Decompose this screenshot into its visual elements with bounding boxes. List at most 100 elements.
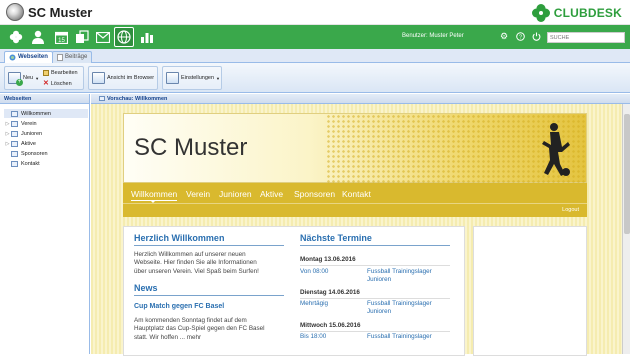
power-icon[interactable]	[532, 32, 541, 43]
chevron-down-icon: ▼	[216, 75, 220, 81]
welcome-text-line: Herzlich Willkommen auf unserer neuen	[134, 251, 246, 258]
documents-icon[interactable]	[73, 28, 91, 46]
globe-icon[interactable]	[114, 27, 134, 47]
tab-label: Beiträge	[65, 54, 88, 60]
page-icon	[11, 160, 18, 167]
welcome-text-line: über unseren Verein. Viel Spaß beim Surf…	[134, 267, 259, 275]
event-title[interactable]: Junioren	[367, 308, 391, 316]
page-icon	[11, 140, 18, 147]
edit-icon	[43, 70, 49, 76]
calendar-icon[interactable]: 15	[52, 28, 70, 46]
calendar-day: 15	[58, 38, 65, 44]
sidebar-item-sponsoren[interactable]: Sponsoren	[4, 149, 88, 158]
globe-small-icon	[9, 54, 16, 61]
main-nav-bar: 15 Benutzer: Muster Peter ⚙ ?	[0, 25, 630, 49]
preview-icon	[99, 96, 105, 102]
user-label[interactable]: Benutzer: Muster Peter	[402, 33, 464, 39]
site-menu-willkommen[interactable]: Willkommen	[131, 189, 177, 199]
page-icon	[11, 110, 18, 117]
website-preview: SC Muster Willkommen Verein Junioren Akt…	[91, 104, 622, 356]
sidebar-item-verein[interactable]: ▷ Verein	[4, 119, 88, 128]
logout-link[interactable]: Logout	[562, 207, 579, 213]
toolbar-settings-group: Einstellungen ▼	[162, 66, 222, 90]
preview-panel: Vorschau: Willkommen SC Muster Willkomme…	[91, 94, 630, 356]
toolbar: + Neu ▼ Bearbeiten ✕ Löschen Ansicht im …	[0, 63, 630, 93]
site-menu-junioren[interactable]: Junioren	[219, 189, 252, 199]
new-page-icon: +	[8, 72, 23, 86]
sidebar-item-willkommen[interactable]: Willkommen	[4, 109, 88, 118]
club-name: SC Muster	[28, 5, 93, 20]
page-icon	[11, 150, 18, 157]
news-text-line: Hauptplatz das Cup-Spiel gegen den FC Ba…	[134, 325, 265, 333]
site-menu-kontakt[interactable]: Kontakt	[342, 189, 371, 199]
delete-button[interactable]: ✕ Löschen	[43, 80, 72, 87]
expand-arrow-icon[interactable]: ▷	[4, 121, 11, 127]
settings-icon	[166, 72, 179, 84]
site-sidebar-box	[473, 226, 587, 356]
site-menu: Willkommen Verein Junioren Aktive Sponso…	[123, 183, 587, 217]
news-heading: News	[134, 283, 158, 293]
preview-title: Vorschau: Willkommen	[91, 94, 630, 104]
sidebar-item-kontakt[interactable]: Kontakt	[4, 159, 88, 168]
site-content: Herzlich Willkommen Herzlich Willkommen …	[123, 226, 465, 356]
event-time: Mehrtägig	[300, 300, 329, 307]
settings-button[interactable]: Einstellungen ▼	[166, 72, 220, 84]
help-icon[interactable]: ?	[516, 32, 525, 43]
svg-text:?: ?	[519, 35, 522, 41]
toolbar-view-group: Ansicht im Browser	[88, 66, 158, 90]
event-date: Mittwoch 15.06.2016	[300, 322, 361, 329]
site-menu-aktive[interactable]: Aktive	[260, 189, 283, 199]
mail-icon[interactable]	[94, 28, 112, 46]
tab-webseiten[interactable]: Webseiten	[4, 51, 53, 63]
chevron-down-icon: ▼	[35, 75, 40, 81]
site-menu-sponsoren[interactable]: Sponsoren	[294, 189, 335, 199]
sidebar: Webseiten Willkommen ▷ Verein ▷ Junioren ▷…	[0, 94, 90, 354]
sidebar-item-junioren[interactable]: ▷ Junioren	[4, 129, 88, 138]
page-icon	[11, 120, 18, 127]
clubdesk-logo: CLUBDESK	[531, 3, 622, 23]
site-menu-verein[interactable]: Verein	[186, 189, 210, 199]
view-in-browser-button[interactable]: Ansicht im Browser	[92, 72, 154, 84]
event-title[interactable]: Fussball Trainingslager	[367, 300, 432, 308]
statistics-icon[interactable]	[138, 28, 156, 46]
delete-icon: ✕	[43, 80, 49, 87]
event-date: Dienstag 14.06.2016	[300, 289, 360, 296]
tab-label: Webseiten	[18, 54, 48, 60]
preview-scrollbar[interactable]	[622, 104, 630, 354]
expand-arrow-icon[interactable]: ▷	[4, 141, 11, 147]
club-logo	[6, 3, 24, 21]
edit-button[interactable]: Bearbeiten	[43, 70, 78, 76]
event-date: Montag 13.06.2016	[300, 256, 356, 263]
sidebar-item-aktive[interactable]: ▷ Aktive	[4, 139, 88, 148]
event-time: Bis 18:00	[300, 333, 327, 340]
scrollbar-thumb[interactable]	[624, 114, 630, 234]
expand-arrow-icon[interactable]: ▷	[4, 131, 11, 137]
site-banner: SC Muster	[123, 113, 587, 184]
event-title[interactable]: Fussball Trainingslager	[367, 333, 432, 341]
toolbar-edit-group: + Neu ▼ Bearbeiten ✕ Löschen	[4, 66, 84, 90]
news-text-line: statt. Wir hoffen ... mehr	[134, 333, 202, 341]
brand-name: CLUBDESK	[553, 6, 622, 20]
event-title[interactable]: Junioren	[367, 276, 391, 284]
events-heading: Nächste Termine	[300, 233, 372, 243]
header-bar: SC Muster CLUBDESK	[0, 0, 630, 25]
tab-row: Webseiten Beiträge	[0, 49, 630, 63]
news-text-line: Am kommenden Sonntag findet auf dem	[134, 317, 247, 324]
clover-logo-icon	[531, 4, 550, 22]
sidebar-title: Webseiten	[0, 94, 89, 104]
event-time: Von 08:00	[300, 268, 329, 275]
new-button[interactable]: + Neu ▼	[8, 72, 40, 86]
tab-beitraege[interactable]: Beiträge	[52, 51, 93, 63]
welcome-heading: Herzlich Willkommen	[134, 233, 225, 243]
clover-icon[interactable]	[7, 28, 25, 46]
football-player-icon	[542, 123, 570, 176]
site-title: SC Muster	[134, 134, 248, 161]
person-icon[interactable]	[29, 28, 47, 46]
event-title[interactable]: Fussball Trainingslager	[367, 268, 432, 276]
news-title[interactable]: Cup Match gegen FC Basel	[134, 303, 224, 310]
page-icon	[11, 130, 18, 137]
document-small-icon	[57, 54, 63, 61]
gear-icon[interactable]: ⚙	[500, 32, 508, 41]
browser-icon	[92, 72, 105, 84]
search-input[interactable]	[547, 32, 625, 43]
